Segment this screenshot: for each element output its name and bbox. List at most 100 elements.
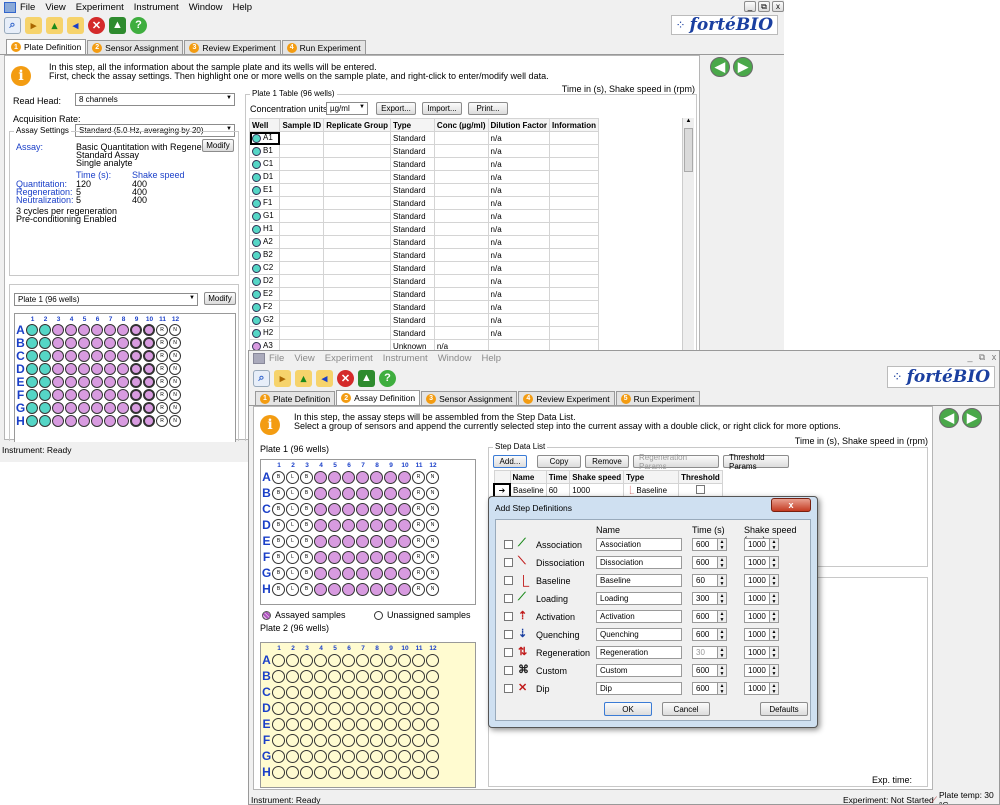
defaults-button[interactable]: Defaults	[760, 702, 808, 716]
plate-well[interactable]	[272, 765, 285, 779]
tab-sensor-assignment[interactable]: 2 Sensor Assignment	[87, 40, 184, 54]
conc-cell[interactable]	[433, 209, 489, 223]
plate-well[interactable]	[342, 701, 355, 715]
remove-step-button[interactable]: Remove	[585, 455, 629, 468]
replicate-group-cell[interactable]	[323, 235, 392, 249]
plate-well[interactable]	[286, 685, 299, 699]
information-cell[interactable]	[548, 222, 600, 236]
plate-well[interactable]	[104, 375, 116, 388]
plate-well[interactable]: B	[272, 582, 285, 596]
plate-well[interactable]	[104, 414, 116, 427]
plate-well[interactable]	[300, 653, 313, 667]
conc-cell[interactable]	[433, 326, 489, 340]
plate-well[interactable]	[130, 414, 142, 427]
plate-well[interactable]	[370, 470, 383, 484]
step-name-input[interactable]: Regeneration	[596, 646, 682, 659]
conc-cell[interactable]	[433, 261, 489, 275]
plate-well[interactable]	[300, 669, 313, 683]
plate-well[interactable]: R	[412, 582, 425, 596]
plate-well[interactable]	[370, 582, 383, 596]
step-time-input[interactable]: 600	[692, 628, 718, 641]
menu-instrument[interactable]: Instrument	[134, 2, 179, 13]
plate-well[interactable]: R	[156, 323, 168, 336]
plate-well[interactable]	[328, 550, 341, 564]
plate-well[interactable]	[412, 733, 425, 747]
sample-id-cell[interactable]	[279, 248, 325, 262]
plate-well[interactable]	[370, 765, 383, 779]
menu-view[interactable]: View	[294, 353, 314, 364]
plate-well[interactable]	[370, 653, 383, 667]
dilution-cell[interactable]: n/a	[487, 235, 550, 249]
plate-well[interactable]	[426, 717, 439, 731]
plate-well[interactable]	[328, 669, 341, 683]
information-cell[interactable]	[548, 326, 600, 340]
plate-well[interactable]	[78, 401, 90, 414]
step-shake-input[interactable]: 1000	[744, 556, 770, 569]
plate-well[interactable]	[398, 701, 411, 715]
plate-well[interactable]	[104, 336, 116, 349]
plate-col-header[interactable]: Information	[548, 118, 600, 132]
dilution-cell[interactable]: n/a	[487, 144, 550, 158]
plate-well[interactable]	[39, 401, 51, 414]
plate-well[interactable]	[286, 749, 299, 763]
plate-well[interactable]	[65, 323, 77, 336]
plate-well[interactable]	[384, 765, 397, 779]
plate-well[interactable]	[342, 566, 355, 580]
plate-well[interactable]: N	[169, 375, 181, 388]
plate-well[interactable]	[91, 388, 103, 401]
plate-well[interactable]	[356, 653, 369, 667]
plate-well[interactable]: B	[300, 550, 313, 564]
plate-well[interactable]	[52, 388, 64, 401]
plate-well[interactable]	[370, 566, 383, 580]
step-name-input[interactable]: Loading	[596, 592, 682, 605]
plate-well[interactable]	[314, 717, 327, 731]
eject-icon[interactable]: ▲	[109, 16, 126, 34]
plate-col-header[interactable]: Conc (µg/ml)	[433, 118, 489, 132]
plate-well[interactable]	[91, 414, 103, 427]
step-shake-input[interactable]: 1000	[744, 538, 770, 551]
threshold-checkbox[interactable]	[695, 484, 705, 494]
plate-well[interactable]: B	[300, 518, 313, 532]
plate-well[interactable]: N	[169, 336, 181, 349]
plate-well[interactable]	[384, 653, 397, 667]
plate-well[interactable]	[300, 749, 313, 763]
plate-well[interactable]	[370, 685, 383, 699]
type-cell[interactable]: Standard	[390, 144, 435, 158]
shake-spinner-icon[interactable]: ▲ ▼	[770, 664, 779, 677]
plate-well[interactable]: R	[412, 550, 425, 564]
step-name-input[interactable]: Association	[596, 538, 682, 551]
plate-well[interactable]	[398, 765, 411, 779]
information-cell[interactable]	[548, 157, 600, 171]
plate-well[interactable]	[39, 388, 51, 401]
plate-well[interactable]: R	[412, 566, 425, 580]
menu-instrument[interactable]: Instrument	[383, 353, 428, 364]
plate-col-header[interactable]: Dilution Factor	[487, 118, 550, 132]
plate-well[interactable]	[117, 362, 129, 375]
sample-id-cell[interactable]	[279, 287, 325, 301]
plate-well[interactable]	[91, 401, 103, 414]
information-cell[interactable]	[548, 261, 600, 275]
information-cell[interactable]	[548, 209, 600, 223]
plate-well[interactable]	[143, 388, 155, 401]
threshold-params-button[interactable]: Threshold Params	[723, 453, 789, 471]
sample-id-cell[interactable]	[279, 313, 325, 327]
app-icon[interactable]	[253, 352, 265, 364]
table-row[interactable]: A2 Standard n/a	[249, 235, 600, 249]
plate-well[interactable]	[78, 336, 90, 349]
plate-well[interactable]	[356, 582, 369, 596]
table-row[interactable]: B2 Standard n/a	[249, 248, 600, 262]
type-cell[interactable]: Standard	[390, 274, 435, 288]
plate-well[interactable]	[412, 653, 425, 667]
information-cell[interactable]	[548, 287, 600, 301]
plate-well[interactable]	[384, 669, 397, 683]
plate-well[interactable]: B	[300, 470, 313, 484]
plate-well[interactable]	[384, 582, 397, 596]
plate-well[interactable]	[328, 502, 341, 516]
plate-col-header[interactable]: Well	[249, 118, 281, 132]
conc-cell[interactable]	[433, 274, 489, 288]
table-row[interactable]: G2 Standard n/a	[249, 313, 600, 327]
dilution-cell[interactable]: n/a	[487, 287, 550, 301]
plate-well[interactable]	[370, 717, 383, 731]
plate-well[interactable]	[286, 765, 299, 779]
plate-well[interactable]	[328, 518, 341, 532]
